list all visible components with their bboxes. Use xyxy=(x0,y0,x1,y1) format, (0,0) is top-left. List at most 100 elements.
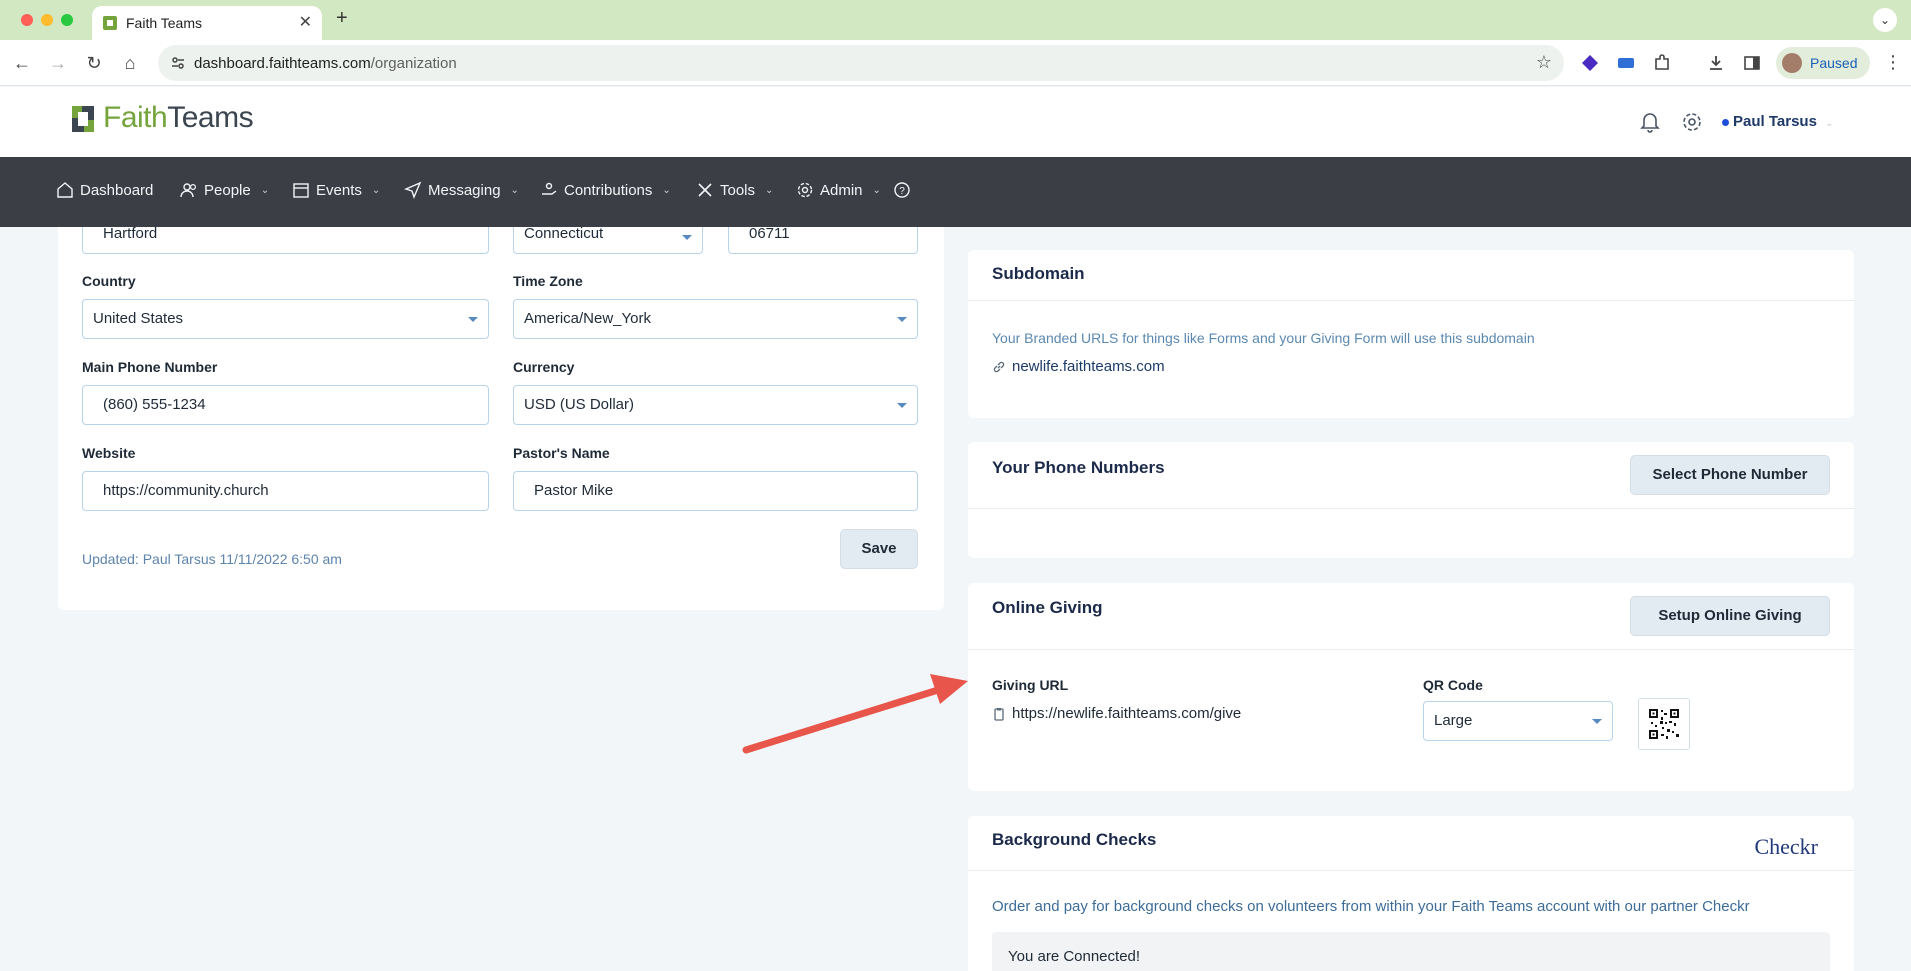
people-icon xyxy=(180,183,197,198)
online-giving-card: Online Giving Setup Online Giving Giving… xyxy=(968,583,1854,791)
setup-online-giving-button[interactable]: Setup Online Giving xyxy=(1630,596,1830,636)
reload-icon[interactable]: ↻ xyxy=(82,51,106,75)
pastor-name-input[interactable]: Pastor Mike xyxy=(513,471,918,511)
currency-caret-icon xyxy=(897,403,907,408)
chevron-down-icon: ⌄ xyxy=(662,184,671,196)
profile-status: Paused xyxy=(1810,55,1858,71)
nav-admin-label: Admin xyxy=(820,181,863,199)
window-close-button[interactable] xyxy=(21,14,33,26)
url-text: dashboard.faithteams.com/organization xyxy=(194,55,457,72)
clipboard-icon[interactable] xyxy=(992,707,1006,721)
user-menu[interactable]: Paul Tarsus ⌄ xyxy=(1722,113,1833,130)
browser-tab-bar: Faith Teams ✕ + ⌄ xyxy=(0,0,1911,40)
logo-teams: Teams xyxy=(167,101,254,134)
qr-code-icon xyxy=(1649,709,1679,739)
chevron-down-icon: ⌄ xyxy=(510,184,519,196)
checkr-logo[interactable]: Checkr xyxy=(1754,834,1818,860)
select-phone-number-button[interactable]: Select Phone Number xyxy=(1630,455,1830,495)
currency-label: Currency xyxy=(513,359,575,375)
chevron-down-icon: ⌄ xyxy=(260,184,270,196)
nav-messaging-label: Messaging xyxy=(428,181,501,199)
nav-contributions[interactable]: Contributions ⌄ xyxy=(540,181,671,199)
phone-numbers-card: Your Phone Numbers Select Phone Number xyxy=(968,442,1854,558)
qr-size-value: Large xyxy=(1434,712,1473,729)
subdomain-card: Subdomain Your Branded URLS for things l… xyxy=(968,250,1854,418)
state-caret-icon xyxy=(682,235,692,240)
downloads-icon[interactable] xyxy=(1706,53,1726,73)
nav-people[interactable]: People ⌄ xyxy=(180,181,269,199)
pastor-label: Pastor's Name xyxy=(513,445,610,461)
connection-status-panel: You are Connected! xyxy=(992,932,1830,971)
timezone-value: America/New_York xyxy=(524,310,651,327)
nav-tools-label: Tools xyxy=(720,181,756,199)
bookmark-star-icon[interactable]: ☆ xyxy=(1536,52,1552,73)
url-host: dashboard.faithteams.com xyxy=(194,55,371,72)
state-value: Connecticut xyxy=(524,225,604,242)
timezone-caret-icon xyxy=(897,317,907,322)
extensions-puzzle-icon[interactable] xyxy=(1652,53,1672,73)
qr-code-thumbnail[interactable] xyxy=(1638,698,1690,750)
country-select[interactable]: United States xyxy=(82,299,489,339)
browser-menu-icon[interactable]: ⋮ xyxy=(1884,52,1902,73)
new-tab-icon[interactable]: + xyxy=(336,7,348,30)
chevron-down-icon: ⌄ xyxy=(1825,118,1834,129)
giving-url-text: https://newlife.faithteams.com/give xyxy=(1012,705,1242,722)
url-path: /organization xyxy=(370,55,457,72)
faithteams-logo-text[interactable]: FaithTeams xyxy=(103,101,254,135)
notifications-bell-icon[interactable] xyxy=(1640,111,1660,133)
forward-icon[interactable]: → xyxy=(46,51,70,75)
extension-zip-icon[interactable] xyxy=(1616,53,1636,73)
tab-search-chevron-icon[interactable]: ⌄ xyxy=(1873,8,1897,32)
save-button[interactable]: Save xyxy=(840,529,918,569)
side-panel-icon[interactable] xyxy=(1742,53,1762,73)
address-bar[interactable]: dashboard.faithteams.com/organization ☆ xyxy=(158,45,1564,81)
tab-close-icon[interactable]: ✕ xyxy=(299,12,312,32)
profile-button[interactable]: Paused xyxy=(1776,47,1870,79)
currency-select[interactable]: USD (US Dollar) xyxy=(513,385,918,425)
send-icon xyxy=(404,181,422,199)
home-icon[interactable]: ⌂ xyxy=(118,51,142,75)
app-header: FaithTeams Paul Tarsus ⌄ xyxy=(0,87,1911,157)
window-zoom-button[interactable] xyxy=(61,14,73,26)
nav-messaging[interactable]: Messaging ⌄ xyxy=(404,181,519,199)
browser-tab[interactable]: Faith Teams ✕ xyxy=(92,6,322,40)
nav-help[interactable]: ? xyxy=(893,181,911,199)
tab-title: Faith Teams xyxy=(126,15,202,31)
nav-admin[interactable]: Admin ⌄ xyxy=(796,181,881,199)
faithteams-logo-icon[interactable] xyxy=(70,104,96,134)
nav-tools[interactable]: Tools ⌄ xyxy=(696,181,773,199)
logo-faith: Faith xyxy=(103,101,168,134)
phone-input[interactable]: (860) 555-1234 xyxy=(82,385,489,425)
help-circle-icon: ? xyxy=(894,182,910,198)
giving-url[interactable]: https://newlife.faithteams.com/give xyxy=(992,705,1241,722)
window-minimize-button[interactable] xyxy=(41,14,53,26)
phone-numbers-title: Your Phone Numbers xyxy=(992,458,1165,477)
nav-events[interactable]: Events ⌄ xyxy=(292,181,380,199)
city-input[interactable]: Hartford xyxy=(82,226,489,254)
back-icon[interactable]: ← xyxy=(10,51,34,75)
online-giving-title: Online Giving xyxy=(992,598,1103,617)
website-input[interactable]: https://community.church xyxy=(82,471,489,511)
divider xyxy=(968,508,1854,509)
timezone-select[interactable]: America/New_York xyxy=(513,299,918,339)
hand-coin-icon xyxy=(542,182,557,195)
extension-layers-icon[interactable] xyxy=(1580,53,1600,73)
giving-url-label: Giving URL xyxy=(992,677,1069,693)
state-select[interactable]: Connecticut xyxy=(513,225,703,254)
qr-size-select[interactable]: Large xyxy=(1423,701,1613,741)
phone-label: Main Phone Number xyxy=(82,359,218,375)
site-info-icon[interactable] xyxy=(170,55,186,71)
divider xyxy=(968,300,1854,301)
nav-dashboard[interactable]: Dashboard xyxy=(56,181,153,199)
settings-gear-icon[interactable] xyxy=(1681,111,1703,133)
gear-icon xyxy=(797,182,813,198)
country-caret-icon xyxy=(468,317,478,322)
faithteams-favicon-icon xyxy=(103,16,117,30)
background-checks-title: Background Checks xyxy=(992,830,1157,849)
zip-input[interactable]: 06711 xyxy=(728,226,918,254)
currency-value: USD (US Dollar) xyxy=(524,396,635,413)
subdomain-link[interactable]: newlife.faithteams.com xyxy=(992,358,1165,375)
chevron-down-icon: ⌄ xyxy=(872,184,881,196)
website-label: Website xyxy=(82,445,136,461)
country-label: Country xyxy=(82,273,136,289)
